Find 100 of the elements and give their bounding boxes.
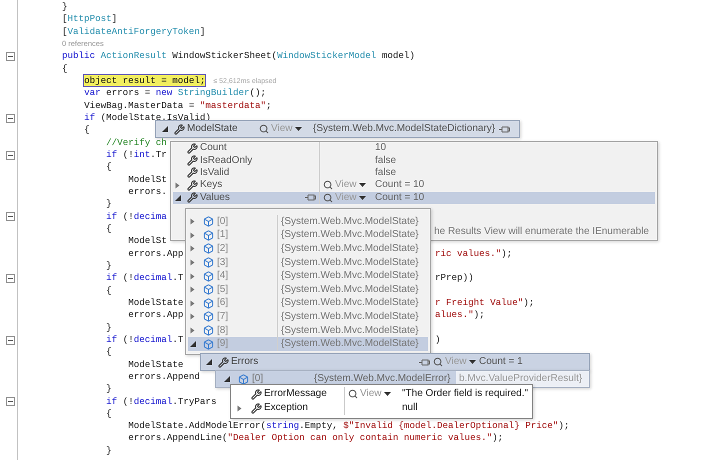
item-index: [8]: [217, 324, 228, 337]
cube-icon: [203, 284, 214, 296]
item-index: [0]: [217, 216, 228, 228]
caret-icon: [468, 360, 476, 364]
expand-arrow-icon[interactable]: [175, 182, 180, 189]
cube-icon: [203, 338, 214, 350]
tree-row[interactable]: [3] {System.Web.Mvc.ModelState}: [188, 256, 428, 270]
code-line: //Verify ch: [106, 136, 167, 149]
cube-icon: [203, 298, 214, 309]
tree-row[interactable]: [4] {System.Web.Mvc.ModelState}: [188, 269, 428, 283]
cube-icon: [203, 243, 214, 254]
item-value: {System.Web.Mvc.ModelError}: [314, 373, 451, 385]
code-line: errors.App: [128, 309, 184, 322]
tree-row[interactable]: [6] {System.Web.Mvc.ModelState}: [188, 296, 428, 310]
member-name: Keys: [200, 179, 222, 192]
expand-arrow-icon[interactable]: [237, 404, 242, 412]
caret-icon: [358, 183, 366, 188]
code-line: ModelState: [128, 296, 184, 310]
item-index: [0]: [252, 373, 264, 385]
tree-row[interactable]: [5] {System.Web.Mvc.ModelState}: [188, 282, 428, 297]
code-line: errors.Append: [128, 370, 200, 384]
pin-icon[interactable]: [499, 126, 510, 132]
code-line: if (!decima: [106, 210, 167, 223]
collapse-icon[interactable]: [6, 397, 15, 406]
member-value: null: [402, 402, 418, 414]
member-name: ErrorMessage: [264, 388, 327, 400]
code-line: }: [106, 383, 112, 396]
code-line: ViewBag.MasterData = "masterdata";: [84, 100, 272, 112]
caret-icon: [358, 196, 366, 200]
item-index: [4]: [217, 270, 228, 282]
code-line: }: [106, 444, 112, 458]
member-value: false: [375, 166, 396, 179]
code-line: ric values.");: [435, 248, 512, 260]
search-icon: [433, 357, 443, 367]
code-line: {: [106, 408, 112, 420]
code-line: errors.AppendLine("Dealer Option can only contain numeric values.");: [128, 432, 504, 445]
tree-row[interactable]: [2] {System.Web.Mvc.ModelState}: [188, 242, 428, 256]
item-value: {System.Web.Mvc.ModelState}: [281, 242, 419, 255]
collapse-icon[interactable]: [6, 150, 15, 160]
member-value: Count = 10: [375, 192, 424, 204]
collapse-arrow-icon[interactable]: [175, 194, 181, 201]
variable-value: {System.Web.Mvc.ModelStateDictionary}: [313, 123, 496, 135]
item-value: {System.Web.Mvc.ModelState}: [281, 216, 419, 228]
search-icon: [348, 389, 358, 399]
collapse-arrow-icon[interactable]: [224, 376, 230, 382]
wrench-icon: [187, 155, 198, 166]
code-line: [HttpPost]: [62, 13, 118, 26]
item-value: {System.Web.Mvc.ModelState}: [281, 338, 419, 350]
wrench-icon: [187, 180, 198, 191]
tree-row[interactable]: IsReadOnly false: [173, 154, 655, 167]
member-name: Values: [200, 192, 230, 204]
wrench-icon: [218, 356, 229, 368]
wrench-icon: [187, 192, 198, 204]
tree-row[interactable]: Values View Count = 10: [173, 192, 655, 204]
collapse-arrow-icon[interactable]: [162, 126, 168, 132]
collapse-icon[interactable]: [6, 336, 15, 345]
code-line: ): [435, 334, 441, 346]
item-value: {System.Web.Mvc.ModelState}: [281, 284, 419, 296]
collapse-icon[interactable]: [6, 114, 15, 123]
tree-row[interactable]: [1] {System.Web.Mvc.ModelState}: [188, 228, 428, 242]
tree-row[interactable]: [9] {System.Web.Mvc.ModelState}: [188, 337, 428, 351]
collapse-icon[interactable]: [6, 274, 15, 283]
member-name: Errors: [231, 356, 258, 368]
view-button[interactable]: View: [323, 179, 366, 192]
member-value: Count = 1: [479, 356, 523, 368]
collapse-icon[interactable]: [6, 52, 15, 61]
tree-row[interactable]: [7] {System.Web.Mvc.ModelState}: [188, 310, 428, 324]
code-line: if (!decimal.TryPars: [106, 396, 216, 408]
view-button[interactable]: View: [259, 123, 302, 135]
pin-icon[interactable]: [305, 194, 316, 202]
code-line: if (!int.Tr: [106, 148, 167, 162]
code-line: {: [106, 346, 112, 359]
view-button[interactable]: View: [348, 388, 390, 400]
cube-icon: [203, 311, 214, 322]
item-index: [7]: [217, 310, 228, 323]
results-view-note: he Results View will enumerate the IEnumerable: [434, 226, 649, 238]
cube-icon: [203, 325, 214, 336]
tree-row[interactable]: Count 10: [173, 142, 655, 154]
code-line: {: [106, 284, 112, 297]
tree-row[interactable]: IsValid false: [173, 166, 655, 180]
code-line: r Freight Value");: [435, 296, 534, 310]
cube-icon: [203, 257, 214, 268]
item-index: [1]: [217, 229, 228, 242]
member-name: Count: [200, 142, 227, 154]
cube-icon: [203, 230, 214, 241]
collapse-arrow-icon[interactable]: [190, 341, 196, 348]
pin-icon[interactable]: [419, 358, 430, 366]
wrench-icon: [251, 402, 262, 414]
code-line: rPrep)): [435, 272, 474, 285]
cube-icon: [238, 374, 249, 384]
tree-row[interactable]: [0] {System.Web.Mvc.ModelState}: [188, 215, 428, 229]
code-line: ModelSt: [128, 235, 167, 248]
collapse-icon[interactable]: [6, 212, 15, 222]
item-value: {System.Web.Mvc.ModelState}: [281, 310, 419, 323]
code-line: errors.: [128, 186, 167, 198]
item-index: [3]: [217, 256, 228, 269]
collapse-arrow-icon[interactable]: [206, 359, 212, 365]
code-line: errors.App: [128, 248, 184, 260]
code-line: }: [106, 198, 112, 211]
code-line: if (!decimal.T: [106, 272, 184, 285]
